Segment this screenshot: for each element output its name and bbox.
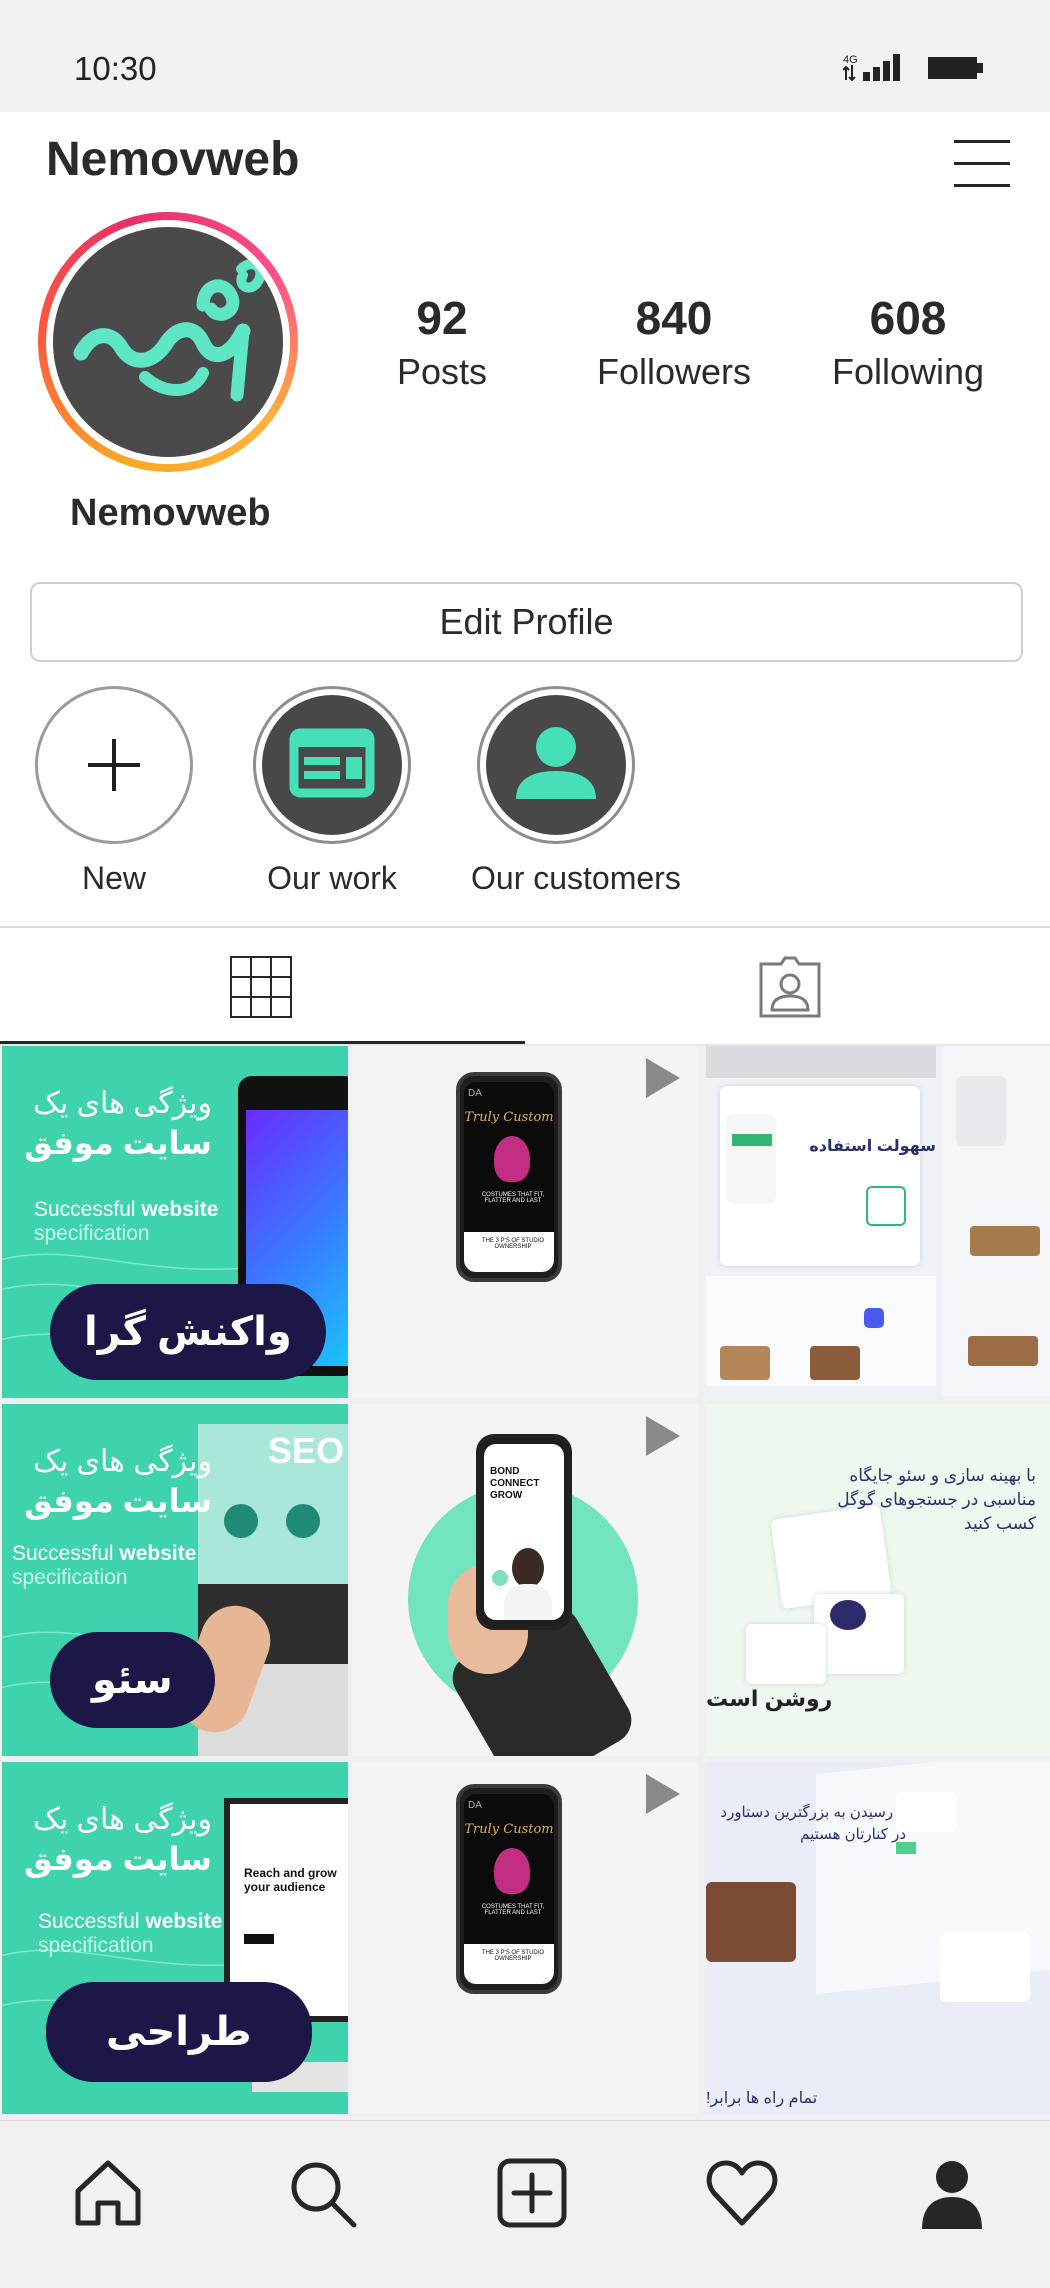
profile-avatar[interactable] xyxy=(38,212,298,472)
header-username: Nemovweb xyxy=(46,133,300,186)
post-mockup-ease-of-use[interactable]: سهولت استفاده xyxy=(706,1046,1050,1398)
status-bar: 10:30 4G xyxy=(0,0,1050,112)
add-post-icon[interactable] xyxy=(492,2153,572,2233)
tagged-person-icon xyxy=(759,956,821,1018)
post-video-truly-custom-2[interactable]: DA Truly Custom COSTUMES THAT FIT, FLATT… xyxy=(352,1762,698,2114)
profile-display-name: Nemovweb xyxy=(70,492,271,534)
post-design[interactable]: Reach and grow your audience ویژگی های ی… xyxy=(2,1762,348,2114)
profile-tabs xyxy=(0,926,1050,1046)
stat-posts[interactable]: 92 Posts xyxy=(392,288,492,396)
tab-grid[interactable] xyxy=(0,928,525,1044)
edit-profile-button[interactable]: Edit Profile xyxy=(30,582,1023,662)
post-seo[interactable]: SEO ویژگی های یک سایت موفق Successful we… xyxy=(2,1404,348,1756)
video-icon xyxy=(646,1416,680,1456)
svg-text:4G: 4G xyxy=(843,54,858,66)
status-time: 10:30 xyxy=(74,50,157,87)
posts-grid: ویژگی های یک سایت موفق Successful websit… xyxy=(0,1046,1050,2120)
tab-tagged[interactable] xyxy=(525,928,1050,1044)
profile-icon[interactable] xyxy=(912,2153,992,2233)
highlight-new[interactable]: New xyxy=(29,686,199,897)
plus-icon xyxy=(88,739,140,791)
post-video-bond-connect-grow[interactable]: BOND CONNECT GROW xyxy=(352,1404,698,1756)
video-icon xyxy=(646,1774,680,1814)
menu-icon[interactable] xyxy=(954,138,1010,188)
search-icon[interactable] xyxy=(282,2153,362,2233)
grid-icon xyxy=(230,956,292,1018)
nemovweb-logo xyxy=(53,227,283,457)
post-video-truly-custom[interactable]: DA Truly Custom COSTUMES THAT FIT, FLATT… xyxy=(352,1046,698,1398)
home-icon[interactable] xyxy=(68,2153,148,2233)
stat-followers[interactable]: 840 Followers xyxy=(584,288,764,396)
heart-icon[interactable] xyxy=(702,2153,782,2233)
video-icon xyxy=(646,1058,680,1098)
layout-icon xyxy=(289,728,375,798)
bottom-navigation xyxy=(0,2120,1050,2288)
post-mockup-seo[interactable]: با بهینه سازی و سئو جایگاه مناسبی در جست… xyxy=(706,1404,1050,1756)
signal-icon: 4G xyxy=(843,54,900,82)
stat-following[interactable]: 608 Following xyxy=(818,288,998,396)
battery-icon xyxy=(928,57,983,79)
highlight-our-work[interactable]: Our work xyxy=(247,686,417,897)
user-icon xyxy=(516,727,596,799)
post-responsive[interactable]: ویژگی های یک سایت موفق Successful websit… xyxy=(2,1046,348,1398)
post-mockup-achievement[interactable]: تا رسیدن به بزرگترین دستاورد در کنارتان … xyxy=(706,1762,1050,2114)
profile-header: Nemovweb xyxy=(0,112,1050,212)
highlight-our-customers[interactable]: Our customers xyxy=(471,686,681,897)
